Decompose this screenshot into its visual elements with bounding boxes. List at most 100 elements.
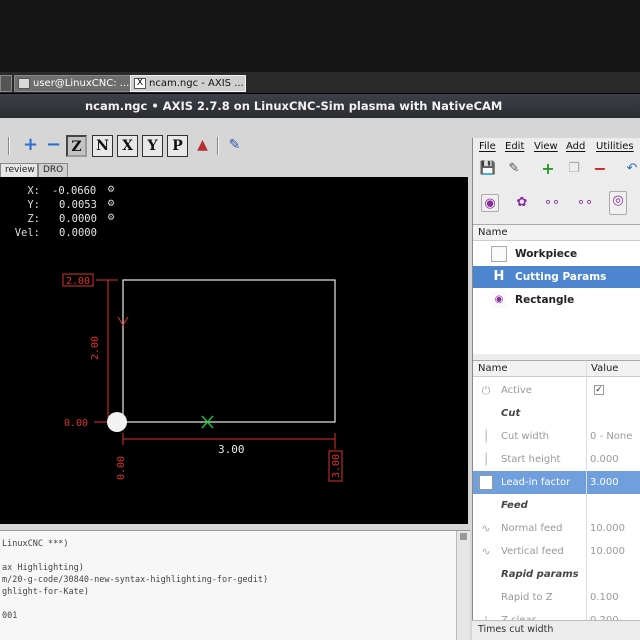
prop-row-rapid-to-z[interactable]: Rapid to Z 0.100: [473, 586, 640, 609]
zoom-out-icon[interactable]: −: [43, 135, 64, 157]
view-y-button[interactable]: Y: [142, 135, 163, 157]
taskbar-item-axis-label: ncam.ngc - AXIS ...: [149, 78, 244, 89]
menu-edit[interactable]: Edit: [505, 138, 524, 156]
prop-group-rapid-params: Rapid params: [473, 563, 640, 586]
toolpath-rectangle: [122, 279, 336, 423]
zoom-in-icon[interactable]: +: [20, 135, 41, 157]
prop-label: Cut width: [501, 431, 549, 442]
workpiece-icon: [491, 246, 507, 262]
gcode-scrollbar[interactable]: [456, 531, 470, 640]
properties-table: Name Value ⏻ Active ✓ Cut │ Cut width 0 …: [473, 360, 640, 631]
project-tree: Name Workpiece H Cutting Params ◉ Rectan…: [473, 224, 640, 354]
tree-item-label: Rectangle: [515, 294, 575, 306]
dim-origin-x-label: 0.00: [116, 456, 127, 480]
prop-label: Start height: [501, 454, 561, 465]
props-column-divider: [586, 361, 587, 631]
prop-value[interactable]: 0.100: [590, 586, 619, 609]
cutting-params-icon: H: [493, 269, 505, 284]
prop-value[interactable]: 3.000: [590, 471, 619, 494]
view-x-button[interactable]: X: [117, 135, 138, 157]
taskbar-item-terminal[interactable]: user@LinuxCNC: ...: [14, 75, 132, 92]
prop-value[interactable]: 0.000: [590, 448, 619, 471]
rectangle-shape-icon[interactable]: ◉: [481, 194, 499, 212]
dim-top-label: 2.00: [66, 276, 90, 287]
taskbar: user@LinuxCNC: ... X ncam.ngc - AXIS ...: [0, 72, 640, 94]
tree-item-workpiece[interactable]: Workpiece: [473, 243, 640, 265]
prop-row-active[interactable]: ⏻ Active ✓: [473, 379, 640, 402]
taskbar-item-axis[interactable]: X ncam.ngc - AXIS ...: [130, 75, 246, 92]
save-icon[interactable]: 💾: [479, 160, 497, 178]
dim-left-label: 2.00: [90, 336, 101, 360]
window-title: ncam.ngc • AXIS 2.7.8 on LinuxCNC-Sim pl…: [0, 94, 640, 118]
toolbar-separator: [8, 137, 10, 155]
clear-plot-icon[interactable]: ✎: [224, 135, 245, 157]
menu-utilities[interactable]: Utilities: [596, 138, 634, 156]
tree-header: Name: [473, 225, 640, 241]
gcode-line: 001: [2, 611, 18, 621]
start-height-icon: │: [482, 453, 490, 466]
view-z-button[interactable]: Z: [66, 135, 87, 157]
copy-icon[interactable]: ❐: [565, 160, 583, 178]
prop-value[interactable]: 0 - None: [590, 425, 632, 448]
tree-item-label: Workpiece: [515, 248, 578, 260]
tree-item-label: Cutting Params: [515, 271, 607, 283]
scroll-up-icon[interactable]: [460, 533, 467, 540]
taskbar-item-terminal-label: user@LinuxCNC: ...: [33, 78, 130, 89]
menu-view[interactable]: View: [534, 138, 558, 156]
prop-group-label: Cut: [501, 408, 521, 419]
prop-row-start-height[interactable]: │ Start height 0.000: [473, 448, 640, 471]
nativecam-menubar: File Edit View Add Utilities: [473, 138, 640, 156]
taskbar-overflow[interactable]: [0, 75, 12, 92]
add-icon[interactable]: +: [539, 160, 557, 178]
prop-value[interactable]: 10.000: [590, 517, 625, 540]
tab-preview[interactable]: review: [0, 163, 38, 177]
tree-item-rectangle[interactable]: ◉ Rectangle: [473, 289, 640, 311]
props-header-name: Name: [473, 361, 586, 377]
view-z2-button[interactable]: N: [92, 135, 113, 157]
prop-group-cut: Cut: [473, 402, 640, 425]
prop-row-normal-feed[interactable]: ∿ Normal feed 10.000: [473, 517, 640, 540]
gcode-line: ghlight-for-Kate): [2, 587, 89, 597]
drill-icon[interactable]: ◎: [609, 191, 627, 215]
view-p-button[interactable]: P: [167, 135, 188, 157]
tab-dro[interactable]: DRO: [38, 163, 68, 177]
desktop-top-area: [0, 0, 640, 72]
undo-icon[interactable]: ↶: [623, 160, 640, 178]
prop-row-cut-width[interactable]: │ Cut width 0 - None: [473, 425, 640, 448]
lead-in-icon: [479, 475, 493, 490]
axis-toolbar: + − Z N X Y P ▲ ✎: [0, 132, 470, 162]
remove-icon[interactable]: −: [591, 160, 609, 178]
line-pattern-icon[interactable]: ∘∘: [543, 194, 561, 212]
toolbar-separator: [217, 137, 219, 155]
gcode-line: ax Highlighting): [2, 563, 84, 573]
dim-origin-y-label: 0.00: [64, 418, 88, 429]
cut-width-icon: │: [482, 430, 490, 443]
nativecam-panel: File Edit View Add Utilities 💾 ✎ + ❐ − ↶…: [472, 138, 640, 640]
polyline-icon[interactable]: ∘∘: [576, 194, 594, 212]
props-header-value: Value: [586, 361, 640, 377]
preview-canvas[interactable]: X: -0.0660 ⚙ Y: 0.0053 ⚙ Z: 0.0000 ⚙ Vel…: [0, 177, 468, 524]
prop-value[interactable]: 10.000: [590, 540, 625, 563]
terminal-icon: [18, 78, 30, 89]
tree-item-cutting-params[interactable]: H Cutting Params: [473, 266, 640, 288]
axis-app-icon: X: [134, 78, 146, 89]
circle-pattern-icon[interactable]: ✿: [513, 194, 531, 212]
gcode-listing[interactable]: LinuxCNC ***) ax Highlighting) m/20-g-co…: [0, 530, 470, 640]
prop-row-vertical-feed[interactable]: ∿ Vertical feed 10.000: [473, 540, 640, 563]
vertical-feed-icon: ∿: [481, 545, 491, 558]
prop-row-lead-in-factor[interactable]: Lead-in factor 3.000: [473, 471, 640, 494]
prop-label: Active: [501, 385, 532, 396]
normal-feed-icon: ∿: [481, 522, 491, 535]
edit-icon[interactable]: ✎: [505, 160, 523, 178]
dim-right-label: 3.00: [331, 454, 342, 478]
active-checkbox[interactable]: ✓: [594, 385, 604, 395]
prop-label: Lead-in factor: [501, 477, 571, 488]
gcode-line: LinuxCNC ***): [2, 539, 69, 549]
menu-file[interactable]: File: [479, 138, 496, 156]
prop-group-label: Feed: [501, 500, 528, 511]
nativecam-statusbar: Times cut width: [472, 620, 640, 640]
prop-label: Rapid to Z: [501, 592, 553, 603]
rotate-view-icon[interactable]: ▲: [192, 135, 213, 157]
gcode-line: m/20-g-code/30840-new-syntax-highlightin…: [2, 575, 269, 585]
menu-add[interactable]: Add: [566, 138, 585, 156]
